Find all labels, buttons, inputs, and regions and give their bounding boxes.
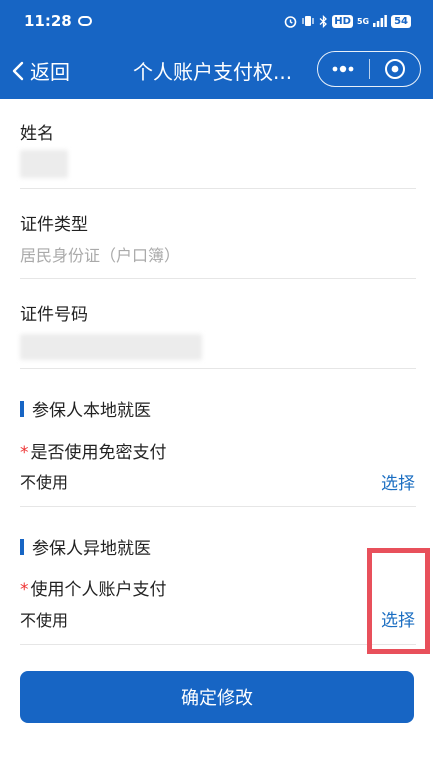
remote-question: * 使用个人账户支付: [20, 580, 167, 600]
network-label: 5G: [356, 16, 370, 26]
page-title: 个人账户支付权...: [133, 60, 293, 84]
local-select-link[interactable]: 选择: [381, 469, 415, 494]
name-value-redacted: [20, 150, 68, 178]
vibrate-icon: [302, 16, 314, 26]
back-label: 返回: [30, 60, 70, 84]
alarm-icon: [284, 15, 297, 28]
status-bar: 11:28 HD 5G 54: [0, 0, 433, 42]
id-number-label: 证件号码: [20, 305, 88, 325]
mini-program-capsule: [317, 51, 421, 87]
required-mark: *: [20, 443, 29, 463]
target-close-icon: [384, 59, 405, 79]
local-section-title: 参保人本地就医: [20, 396, 151, 421]
confirm-modify-button[interactable]: 确定修改: [20, 671, 414, 723]
name-label: 姓名: [20, 124, 54, 144]
chevron-left-icon: [12, 61, 24, 80]
back-button[interactable]: 返回: [12, 56, 70, 85]
battery-indicator: 54: [391, 14, 411, 28]
local-question: * 是否使用免密支付: [20, 443, 167, 463]
local-value: 不使用: [20, 473, 69, 492]
bluetooth-icon: [319, 14, 328, 28]
id-type-value: 居民身份证（户口簿）: [20, 246, 181, 265]
required-mark: *: [20, 580, 29, 600]
divider: [20, 368, 416, 369]
remote-value: 不使用: [20, 611, 69, 630]
divider: [20, 506, 416, 507]
id-type-label: 证件类型: [20, 215, 88, 235]
nav-bar: 返回 个人账户支付权...: [0, 42, 433, 99]
status-time: 11:28: [24, 12, 72, 30]
more-dots-icon: [332, 65, 354, 73]
notification-icon: [77, 16, 92, 26]
divider: [20, 278, 416, 279]
hd-badge: HD: [332, 14, 353, 28]
highlight-box: [367, 548, 430, 654]
divider: [20, 644, 416, 645]
close-program-button[interactable]: [370, 52, 421, 86]
section-accent-bar: [20, 400, 24, 417]
remote-section-title: 参保人异地就医: [20, 534, 151, 559]
divider: [20, 188, 416, 189]
id-number-value-redacted: [20, 334, 202, 360]
more-button[interactable]: [318, 52, 369, 86]
section-accent-bar: [20, 538, 24, 555]
signal-icon: [373, 15, 387, 27]
